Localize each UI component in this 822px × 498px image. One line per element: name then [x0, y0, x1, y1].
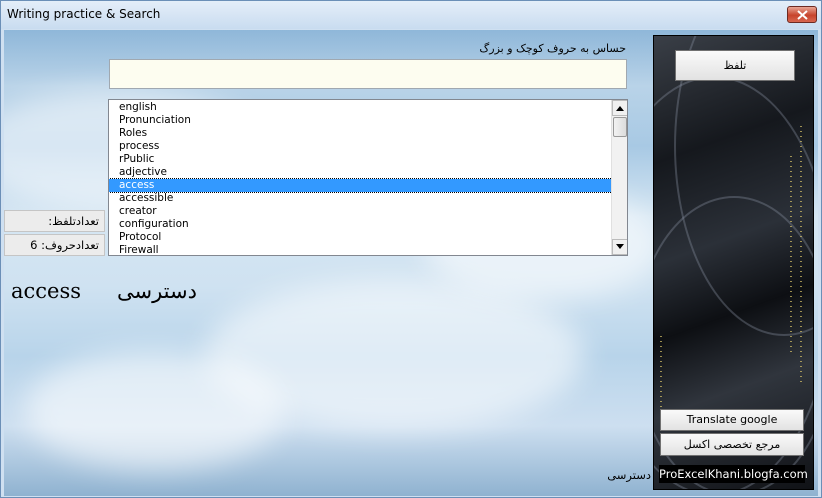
list-item[interactable]: Firewall — [109, 244, 612, 255]
list-item[interactable]: english — [109, 101, 612, 114]
panel-decoration — [660, 336, 662, 416]
close-icon — [797, 10, 808, 20]
status-word: دسترسی — [607, 468, 651, 482]
translate-google-button[interactable]: Translate google — [660, 409, 804, 431]
word-listbox[interactable]: english Pronunciation Roles process rPublic a… — [108, 99, 628, 256]
form-client-area: حساس به حروف کوچک و بزرگ english Pronunci… — [4, 30, 818, 496]
list-item[interactable]: adjective — [109, 166, 612, 179]
current-word: access — [11, 279, 82, 303]
letter-count-box: تعدادحروف: 6 — [4, 234, 105, 256]
pronounce-count-label: تعدادتلفظ: — [48, 214, 99, 228]
app-window: Writing practice & Search حساس به حروف ک… — [0, 0, 822, 498]
letter-count-value: 6 — [30, 238, 38, 252]
title-bar: Writing practice & Search — [1, 1, 821, 29]
scroll-thumb[interactable] — [613, 117, 627, 137]
list-item[interactable]: Protocol — [109, 231, 612, 244]
list-item[interactable]: accessible — [109, 192, 612, 205]
list-item[interactable]: process — [109, 140, 612, 153]
background-cloud — [24, 350, 284, 470]
list-item[interactable]: Pronunciation — [109, 114, 612, 127]
panel-decoration — [800, 126, 802, 386]
list-item[interactable]: access — [109, 178, 613, 193]
search-input[interactable] — [109, 59, 627, 89]
word-list: english Pronunciation Roles process rPublic a… — [109, 101, 613, 255]
brand-link[interactable]: ProExcelKhani.blogfa.com — [659, 465, 808, 483]
list-item[interactable]: rPublic — [109, 153, 612, 166]
excel-reference-button[interactable]: مرجع تخصصی اکسل — [660, 433, 804, 456]
close-button[interactable] — [787, 6, 817, 23]
list-item[interactable]: configuration — [109, 218, 612, 231]
letter-count-label: تعدادحروف: — [41, 238, 99, 252]
scroll-up-button[interactable] — [612, 100, 627, 116]
listbox-scrollbar[interactable] — [611, 100, 627, 255]
arrow-down-icon — [616, 244, 624, 249]
scroll-down-button[interactable] — [612, 239, 627, 255]
arrow-up-icon — [616, 106, 624, 111]
case-sensitive-hint: حساس به حروف کوچک و بزرگ — [479, 42, 626, 55]
panel-decoration — [790, 156, 792, 356]
pronounce-button[interactable]: تلفظ — [675, 50, 795, 81]
window-title: Writing practice & Search — [7, 7, 161, 21]
list-item[interactable]: Roles — [109, 127, 612, 140]
current-translation: دسترسی — [117, 279, 197, 303]
list-item[interactable]: creator — [109, 205, 612, 218]
pronounce-count-box: تعدادتلفظ: — [4, 210, 105, 232]
